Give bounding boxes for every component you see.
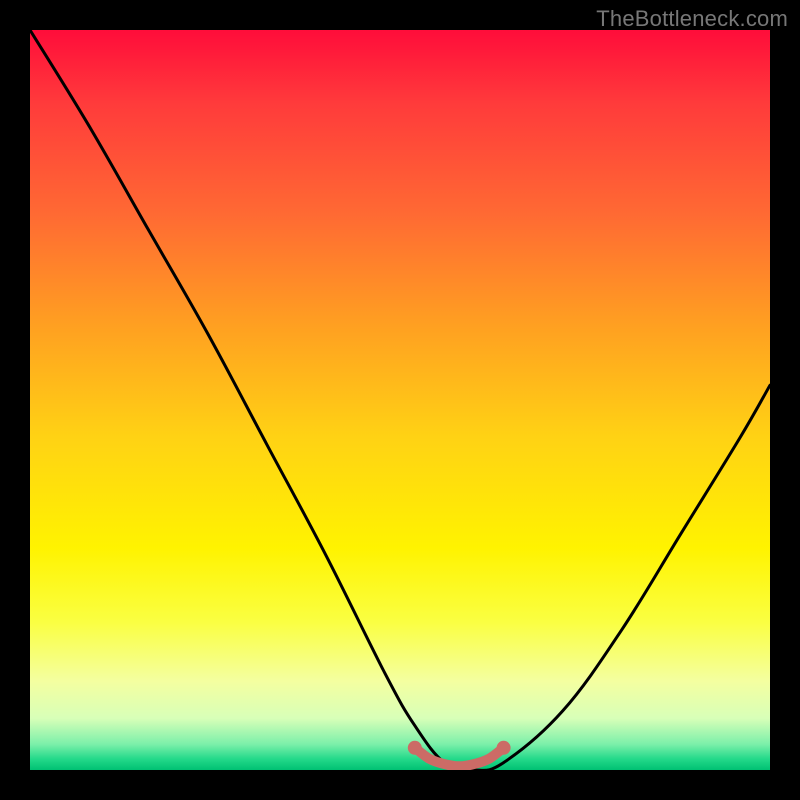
bottleneck-curve-path <box>30 30 770 770</box>
highlight-dot-right <box>497 741 511 755</box>
chart-frame: TheBottleneck.com <box>0 0 800 800</box>
highlight-segment-path <box>415 748 504 767</box>
highlight-dot-left <box>408 741 422 755</box>
curve-svg <box>30 30 770 770</box>
watermark-text: TheBottleneck.com <box>596 6 788 32</box>
plot-area <box>30 30 770 770</box>
